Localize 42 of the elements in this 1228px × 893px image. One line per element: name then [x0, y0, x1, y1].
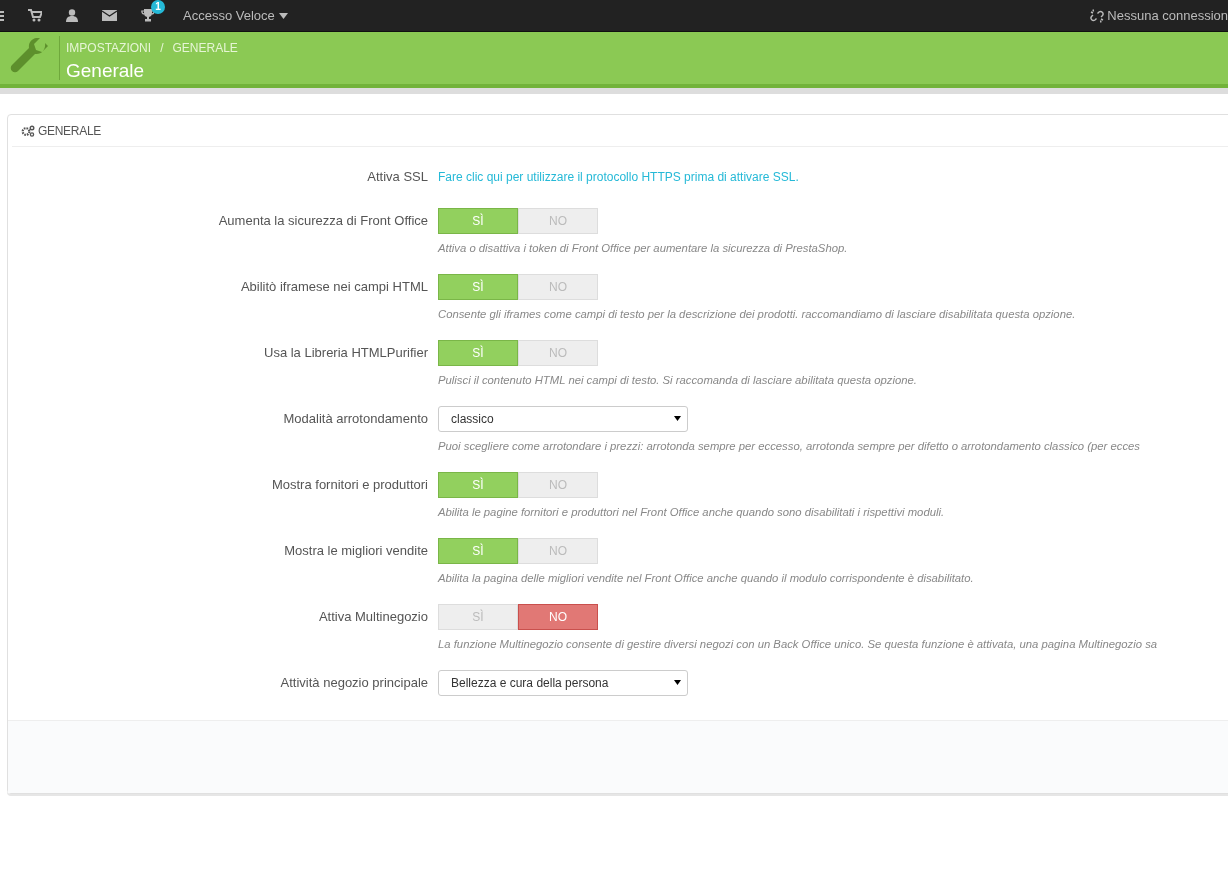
caret-icon: [674, 416, 681, 421]
help-text: Abilita le pagine fornitori e produttori nel Front Office anche quando sono disabilitati i rispettivi moduli.: [438, 506, 946, 518]
field-label: Usa la Libreria HTMLPurifier: [263, 344, 429, 362]
field-label: Mostra le migliori vendite: [283, 542, 429, 560]
panel-title: GENERALE: [38, 123, 101, 138]
yes-option[interactable]: SÌ: [438, 538, 518, 564]
notification-badge: 1: [151, 0, 165, 14]
envelope-icon[interactable]: [102, 10, 117, 21]
breadcrumb-link[interactable]: IMPOSTAZIONI: [66, 41, 152, 55]
yes-option[interactable]: SÌ: [438, 472, 518, 498]
field-label: Attività negozio principale: [279, 674, 429, 692]
dropdown-select[interactable]: Bellezza e cura della persona: [438, 670, 688, 696]
field-label: Attiva SSL: [366, 168, 429, 186]
help-text: Puoi scegliere come arrotondare i prezzi: arrotonda sempre per eccesso, arrotonda sempre per difetto o arrotondamento classico (per ecces: [438, 440, 1141, 452]
quick-access-menu[interactable]: Accesso Veloce: [183, 8, 275, 23]
dropdown-select[interactable]: classico: [438, 406, 688, 432]
user-icon[interactable]: [66, 9, 78, 22]
breadcrumb-link[interactable]: GENERALE: [172, 41, 238, 55]
field-label: Attiva Multinegozio: [317, 608, 429, 626]
menu-icon[interactable]: [0, 9, 4, 22]
field-label: Aumenta la sicurezza di Front Office: [217, 212, 429, 230]
help-text: La funzione Multinegozio consente di gestire diversi negozi con un Back Office unico. Se questa funzione è attivata, una pagina Multinegozio sa: [438, 638, 1159, 650]
gears-icon: [21, 124, 35, 137]
field-label: Abilitò iframese nei campi HTML: [239, 278, 429, 296]
help-text: Abilita la pagina delle migliori vendite nel Front Office anche quando il modulo corrispondente è disabilitato.: [438, 572, 975, 584]
breadcrumb-separator: /: [160, 41, 164, 55]
help-text: Pulisci il contenuto HTML nei campi di testo. Si raccomanda di lasciare abilitata questa opzione.: [438, 374, 918, 386]
no-option[interactable]: NO: [518, 604, 598, 630]
connection-status: Nessuna connession: [1107, 8, 1228, 23]
cart-icon[interactable]: [28, 9, 42, 22]
field-label: Mostra fornitori e produttori: [270, 476, 429, 494]
caret-icon: [674, 680, 681, 685]
help-text: Consente gli iframes come campi di testo per la descrizione dei prodotti. raccomandiamo di lasciare disabilitata questa opzione.: [438, 308, 1077, 320]
https-link[interactable]: Fare clic qui per utilizzare il protocollo HTTPS prima di attivare SSL.: [438, 170, 799, 184]
field-label: Modalità arrotondamento: [282, 410, 429, 428]
yes-option[interactable]: SÌ: [438, 208, 518, 234]
help-text: Attiva o disattiva i token di Front Office per aumentare la sicurezza di PrestaShop.: [438, 242, 849, 254]
trophy-icon[interactable]: [141, 9, 155, 22]
page-title: Generale: [66, 60, 146, 82]
caret-icon: [278, 12, 288, 19]
yes-option[interactable]: SÌ: [438, 274, 518, 300]
yes-option[interactable]: SÌ: [438, 340, 518, 366]
